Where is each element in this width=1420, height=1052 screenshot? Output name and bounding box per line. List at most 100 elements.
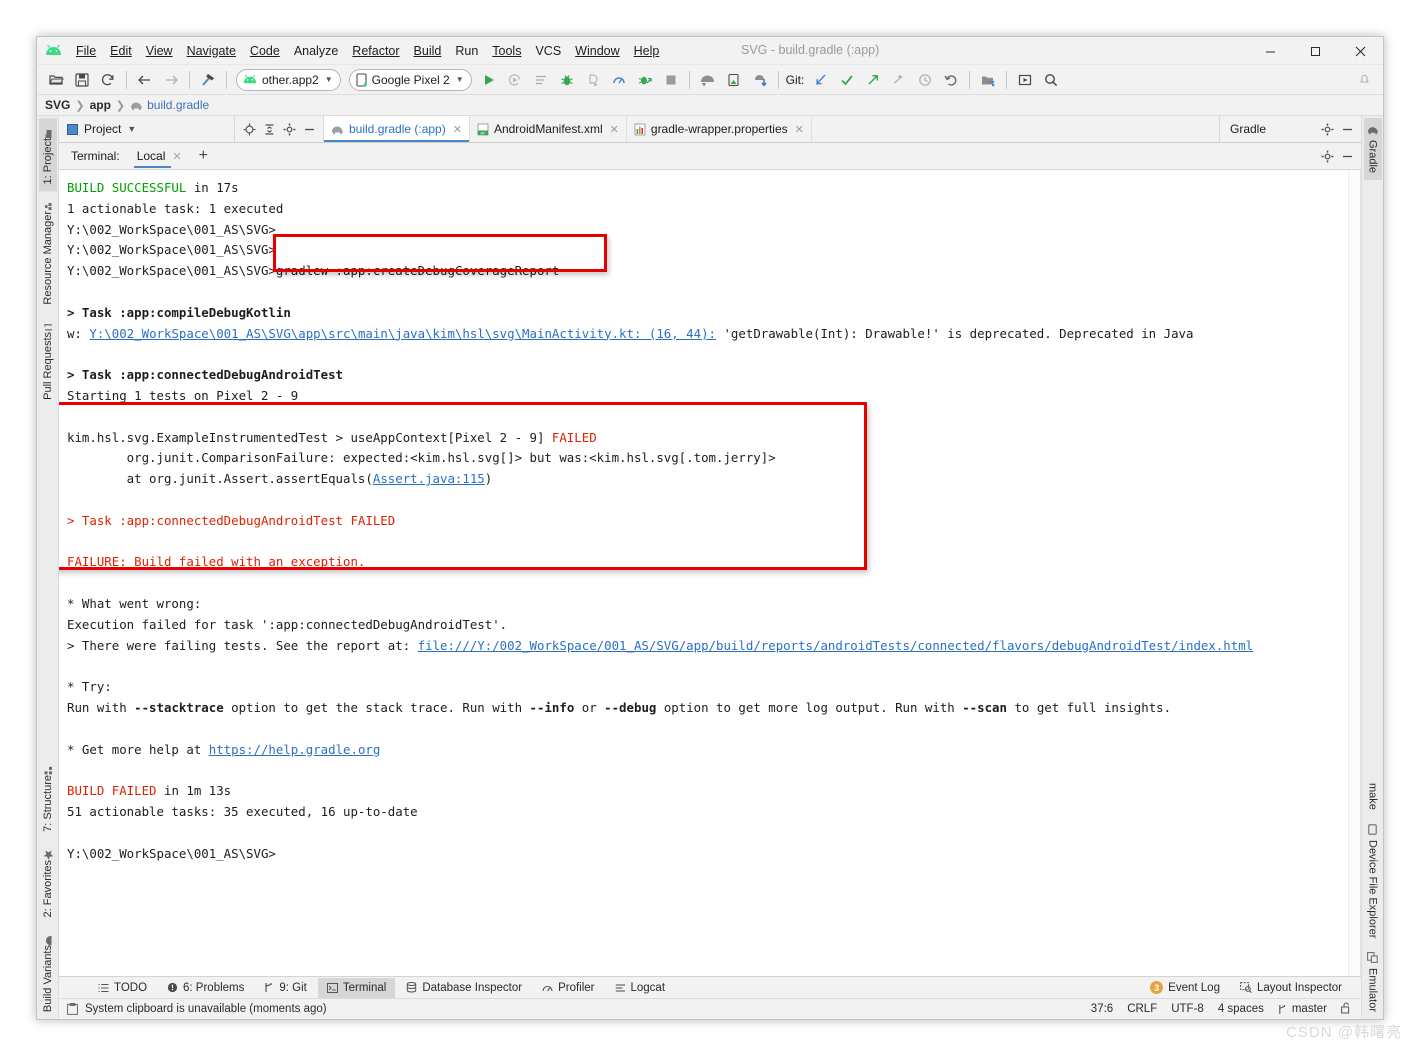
locate-icon[interactable] [239, 119, 259, 139]
menu-refactor[interactable]: Refactor [345, 41, 406, 61]
commit-icon[interactable] [835, 68, 859, 92]
project-view-selector[interactable]: Project ▼ [59, 116, 235, 142]
layout-editor-icon[interactable] [1013, 68, 1037, 92]
sidebar-item-build-variants[interactable]: Build Variants [39, 925, 57, 1019]
close-icon[interactable]: ✕ [610, 123, 619, 136]
terminal-link[interactable]: https://help.gradle.org [209, 742, 381, 757]
sidebar-item-favorites[interactable]: 2: Favorites [39, 838, 57, 924]
new-terminal-tab-button[interactable]: + [199, 148, 208, 164]
search-everywhere-icon[interactable] [1039, 68, 1063, 92]
apply-changes-icon[interactable] [503, 68, 527, 92]
indent-setting[interactable]: 4 spaces [1218, 1003, 1264, 1015]
file-encoding[interactable]: UTF-8 [1171, 1003, 1204, 1015]
menu-tools[interactable]: Tools [485, 41, 528, 61]
run-configuration-selector[interactable]: other.app2 ▼ [236, 68, 341, 91]
breadcrumb-root[interactable]: SVG [45, 98, 70, 112]
notification-bell-icon[interactable] [1352, 68, 1376, 92]
sidebar-item-make[interactable]: make [1364, 776, 1382, 817]
bottom-tab-git[interactable]: 9: Git [255, 978, 315, 998]
history-icon[interactable] [913, 68, 937, 92]
menu-view[interactable]: View [139, 41, 180, 61]
close-icon[interactable]: ✕ [172, 150, 181, 163]
apply-code-changes-icon[interactable] [633, 68, 657, 92]
minimize-button[interactable] [1248, 37, 1293, 65]
update-project-icon[interactable] [809, 68, 833, 92]
clipboard-icon [67, 1003, 78, 1015]
sdk-manager-icon[interactable] [722, 68, 746, 92]
terminal-link[interactable]: file:///Y:/002_WorkSpace/001_AS/SVG/app/… [418, 638, 1254, 653]
menu-file[interactable]: File [69, 41, 103, 61]
bottom-tab-todo[interactable]: TODO [89, 978, 156, 998]
build-hammer-icon[interactable] [196, 68, 220, 92]
toolbar-separator [126, 70, 127, 89]
save-all-icon[interactable] [70, 68, 94, 92]
event-log-button[interactable]: 3 Event Log [1141, 978, 1229, 998]
sidebar-item-pull-requests[interactable]: Pull Requests [39, 312, 57, 407]
sidebar-item-device-file-explorer[interactable]: Device File Explorer [1364, 817, 1382, 945]
menu-help[interactable]: Help [627, 41, 667, 61]
terminal-output-area[interactable]: BUILD SUCCESSFUL in 17s 1 actionable task… [59, 170, 1361, 976]
sidebar-item-emulator[interactable]: Emulator [1364, 945, 1382, 1019]
project-structure-icon[interactable] [976, 68, 1000, 92]
bottom-tab-problems[interactable]: 6: Problems [158, 978, 253, 998]
gradle-panel-title[interactable]: Gradle [1219, 116, 1317, 142]
caret-position[interactable]: 37:6 [1091, 1003, 1113, 1015]
git-branch-indicator[interactable]: master [1278, 1003, 1327, 1015]
terminal-scrollbar[interactable] [1348, 170, 1360, 976]
avd-manager-icon[interactable] [696, 68, 720, 92]
menu-analyze[interactable]: Analyze [287, 41, 345, 61]
terminal-tab-local[interactable]: Local ✕ [133, 145, 185, 168]
settings-gear-icon[interactable] [1317, 147, 1337, 167]
sidebar-item-gradle[interactable]: Gradle [1363, 118, 1382, 181]
editor-tab-android-manifest[interactable]: MF AndroidManifest.xml ✕ [470, 116, 627, 142]
back-arrow-icon[interactable] [133, 68, 157, 92]
settings-gear-icon[interactable] [1317, 119, 1337, 139]
debug-icon[interactable] [555, 68, 579, 92]
sync-icon[interactable] [96, 68, 120, 92]
sidebar-item-resource-manager[interactable]: Resource Manager [39, 191, 57, 312]
sidebar-item-structure[interactable]: 7: Structure [39, 755, 57, 839]
bottom-tab-database-inspector[interactable]: Database Inspector [397, 978, 531, 998]
stop-icon[interactable] [659, 68, 683, 92]
menu-vcs[interactable]: VCS [528, 41, 568, 61]
undo-icon[interactable] [939, 68, 963, 92]
bottom-tab-terminal[interactable]: Terminal [317, 977, 396, 998]
device-file-explorer-icon[interactable] [748, 68, 772, 92]
breadcrumb-module[interactable]: app [90, 98, 111, 112]
menu-build[interactable]: Build [407, 41, 449, 61]
terminal-link[interactable]: Assert.java:115 [373, 471, 485, 486]
menu-code[interactable]: Code [243, 41, 287, 61]
profiler-icon[interactable] [607, 68, 631, 92]
editor-tab-gradle-wrapper[interactable]: gradle-wrapper.properties ✕ [627, 116, 812, 142]
push-icon[interactable] [861, 68, 885, 92]
breadcrumb-file[interactable]: build.gradle [147, 98, 209, 112]
terminal-link[interactable]: Y:\002_WorkSpace\001_AS\SVG\app\src\main… [89, 326, 716, 341]
run-icon[interactable] [477, 68, 501, 92]
close-icon[interactable]: ✕ [795, 123, 804, 136]
menu-window[interactable]: Window [568, 41, 626, 61]
editor-tab-build-gradle[interactable]: build.gradle (:app) ✕ [324, 116, 470, 142]
settings-gear-icon[interactable] [279, 119, 299, 139]
line-separator[interactable]: CRLF [1127, 1003, 1157, 1015]
hide-panel-icon[interactable] [299, 119, 319, 139]
layout-inspector-button[interactable]: Layout Inspector [1231, 978, 1351, 998]
collapse-all-icon[interactable] [259, 119, 279, 139]
maximize-button[interactable] [1293, 37, 1338, 65]
lock-open-icon[interactable] [1341, 1002, 1351, 1017]
revert-icon[interactable] [887, 68, 911, 92]
close-icon[interactable]: ✕ [453, 123, 462, 136]
open-folder-icon[interactable] [44, 68, 68, 92]
menu-navigate[interactable]: Navigate [180, 41, 243, 61]
hide-panel-icon[interactable] [1337, 147, 1357, 167]
device-selector[interactable]: Google Pixel 2 ▼ [348, 68, 472, 91]
close-button[interactable] [1338, 37, 1383, 65]
menu-edit[interactable]: Edit [103, 41, 139, 61]
attach-debugger-icon[interactable] [581, 68, 605, 92]
bottom-tab-logcat[interactable]: Logcat [606, 978, 675, 998]
forward-arrow-icon[interactable] [159, 68, 183, 92]
sidebar-item-project[interactable]: 1: Project [38, 118, 57, 192]
run-with-coverage-icon[interactable] [529, 68, 553, 92]
menu-run[interactable]: Run [448, 41, 485, 61]
bottom-tab-profiler[interactable]: Profiler [533, 978, 603, 998]
hide-panel-icon[interactable] [1337, 119, 1357, 139]
